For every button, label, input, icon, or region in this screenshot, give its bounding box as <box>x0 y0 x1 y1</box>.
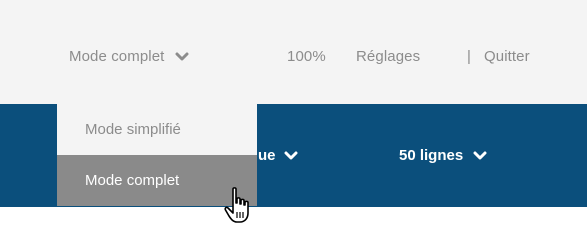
nav-menu-partial[interactable]: ue <box>258 147 298 165</box>
chevron-down-icon <box>284 148 298 165</box>
mode-selector-label: Mode complet <box>69 48 165 65</box>
settings-link[interactable]: Réglages <box>356 48 420 65</box>
mode-selector[interactable]: Mode complet <box>69 48 189 66</box>
chevron-down-icon <box>473 148 487 165</box>
hand-pointer-icon <box>224 186 254 231</box>
quit-link[interactable]: Quitter <box>484 48 530 65</box>
mode-option-simplified[interactable]: Mode simplifié <box>57 104 257 155</box>
zoom-level[interactable]: 100% <box>287 48 326 65</box>
rows-per-page-label: 50 lignes <box>399 147 464 164</box>
rows-per-page-select[interactable]: 50 lignes <box>399 147 487 165</box>
topbar-separator: | <box>467 48 471 65</box>
chevron-down-icon <box>175 49 189 66</box>
top-toolbar: Mode complet 100% Réglages | Quitter <box>0 0 587 104</box>
nav-menu-partial-label: ue <box>258 147 276 164</box>
